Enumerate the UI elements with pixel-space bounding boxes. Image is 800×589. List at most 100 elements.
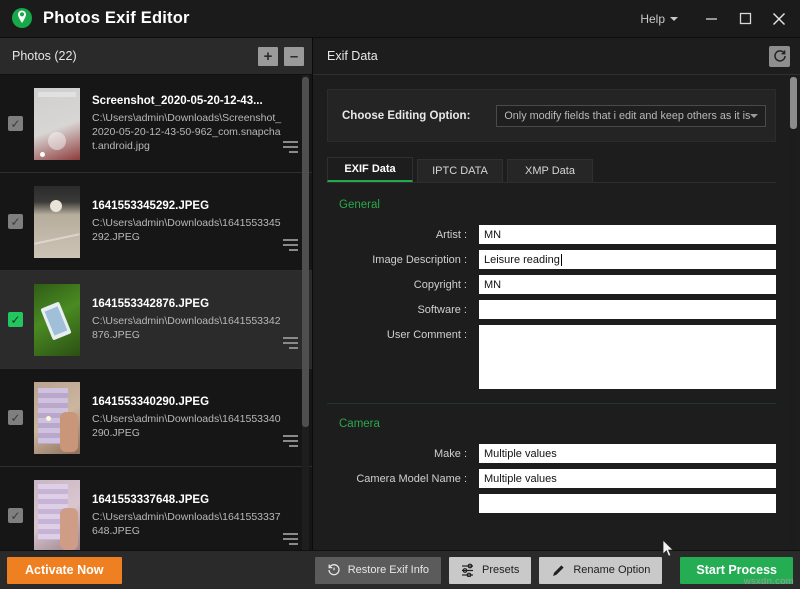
- chevron-down-icon: [750, 113, 759, 118]
- photo-path: C:\Users\admin\Downloads\1641553342876.J…: [92, 314, 281, 341]
- software-label: Software :: [417, 304, 467, 316]
- photo-path: C:\Users\admin\Downloads\Screenshot_2020…: [92, 111, 282, 152]
- bottom-toolbar: Activate Now Restore Exif Info Presets R…: [0, 550, 800, 589]
- field-row-artist: Artist : MN: [327, 225, 776, 244]
- list-item[interactable]: ✓ Screenshot_2020-05-20-12-43... C:\User…: [0, 75, 312, 173]
- add-photos-button[interactable]: +: [258, 46, 278, 66]
- restore-exif-info-label: Restore Exif Info: [347, 564, 430, 576]
- photos-count-label: Photos (22): [12, 49, 77, 63]
- app-window: Photos Exif Editor Help Photos (22) + –: [0, 0, 800, 589]
- help-menu-button[interactable]: Help: [640, 12, 678, 26]
- photo-list[interactable]: ✓ Screenshot_2020-05-20-12-43... C:\User…: [0, 75, 312, 550]
- editing-option-box: Choose Editing Option: Only modify field…: [327, 89, 776, 142]
- user-comment-textarea[interactable]: [479, 325, 776, 389]
- make-label: Make :: [433, 448, 467, 460]
- photo-name: 1641553337648.JPEG: [92, 493, 210, 506]
- chevron-down-icon: [670, 16, 678, 21]
- photo-name: 1641553342876.JPEG: [92, 297, 210, 310]
- field-row-user-comment: User Comment :: [327, 325, 776, 389]
- user-comment-label: User Comment :: [386, 329, 467, 341]
- section-title-camera: Camera: [339, 418, 380, 430]
- image-description-input[interactable]: Leisure reading: [479, 250, 776, 269]
- close-button[interactable]: [762, 0, 796, 38]
- maximize-icon: [739, 12, 751, 25]
- photo-path: C:\Users\admin\Downloads\1641553337648.J…: [92, 510, 281, 537]
- minimize-button[interactable]: [694, 0, 728, 38]
- refresh-icon: [773, 50, 786, 62]
- artist-input[interactable]: MN: [479, 225, 776, 244]
- section-title-general: General: [339, 199, 380, 211]
- photo-name: 1641553340290.JPEG: [92, 395, 210, 408]
- restore-exif-info-button[interactable]: Restore Exif Info: [314, 556, 442, 584]
- exif-scroll-thumb[interactable]: [790, 77, 797, 129]
- image-description-label: Image Description :: [372, 254, 467, 266]
- tab-xmp-data[interactable]: XMP Data: [507, 159, 593, 182]
- exif-panel-header: Exif Data: [313, 38, 800, 75]
- software-input[interactable]: [479, 300, 776, 319]
- exif-panel: Exif Data Choose Editing Option: Only mo…: [313, 38, 800, 550]
- photo-meta: 1641553337648.JPEG C:\Users\admin\Downlo…: [92, 494, 312, 538]
- list-item[interactable]: ✓ 1641553337648.JPEG C:\Users\admin\Down…: [0, 467, 312, 550]
- photos-panel-header: Photos (22) + –: [0, 38, 312, 75]
- drag-handle-icon[interactable]: [283, 141, 298, 156]
- app-title: Photos Exif Editor: [43, 9, 190, 27]
- rename-option-label: Rename Option: [573, 564, 651, 576]
- field-row-next: [327, 494, 776, 513]
- photo-checkbox[interactable]: ✓: [8, 312, 23, 327]
- watermark: wsxdn.com: [743, 576, 794, 587]
- make-input[interactable]: Multiple values: [479, 444, 776, 463]
- drag-handle-icon[interactable]: [283, 337, 298, 352]
- editing-option-value: Only modify fields that i edit and keep …: [504, 109, 751, 122]
- photo-thumbnail: [34, 381, 80, 454]
- drag-handle-icon[interactable]: [283, 239, 298, 254]
- photo-checkbox[interactable]: ✓: [8, 214, 23, 229]
- sliders-icon: [462, 563, 474, 577]
- remove-photos-button[interactable]: –: [284, 46, 304, 66]
- section-divider: [327, 403, 776, 404]
- list-item[interactable]: ✓ 1641553342876.JPEG C:\Users\admin\Down…: [0, 271, 312, 369]
- presets-button[interactable]: Presets: [449, 556, 532, 584]
- photo-checkbox[interactable]: ✓: [8, 508, 23, 523]
- photo-thumbnail: [34, 283, 80, 356]
- tab-exif-data[interactable]: EXIF Data: [327, 157, 413, 182]
- refresh-button[interactable]: [769, 45, 790, 67]
- title-bar: Photos Exif Editor Help: [0, 0, 800, 38]
- camera-model-name-input[interactable]: Multiple values: [479, 469, 776, 488]
- list-item[interactable]: ✓ 1641553340290.JPEG C:\Users\admin\Down…: [0, 369, 312, 467]
- tab-iptc-data[interactable]: IPTC DATA: [417, 159, 503, 182]
- field-row-make: Make : Multiple values: [327, 444, 776, 463]
- photo-list-scroll-thumb[interactable]: [302, 77, 309, 427]
- activate-now-button[interactable]: Activate Now: [7, 556, 122, 584]
- photo-checkbox[interactable]: ✓: [8, 116, 23, 131]
- photos-panel: Photos (22) + – ✓ Screenshot_2020-05-20-…: [0, 38, 313, 550]
- close-icon: [773, 12, 785, 25]
- presets-label: Presets: [482, 564, 520, 576]
- camera-model-name-label: Camera Model Name :: [356, 473, 467, 485]
- photo-checkbox[interactable]: ✓: [8, 410, 23, 425]
- pencil-icon: [553, 564, 564, 576]
- maximize-button[interactable]: [728, 0, 762, 38]
- next-field-label: [327, 494, 479, 498]
- main-body: Photos (22) + – ✓ Screenshot_2020-05-20-…: [0, 38, 800, 550]
- exif-panel-title: Exif Data: [327, 49, 378, 63]
- list-item[interactable]: ✓ 1641553345292.JPEG C:\Users\admin\Down…: [0, 173, 312, 271]
- field-row-image-description: Image Description : Leisure reading: [327, 250, 776, 269]
- editing-option-label: Choose Editing Option:: [342, 109, 471, 122]
- field-row-copyright: Copyright : MN: [327, 275, 776, 294]
- drag-handle-icon[interactable]: [283, 435, 298, 450]
- photo-list-scrollbar[interactable]: [302, 75, 309, 550]
- photo-name: Screenshot_2020-05-20-12-43...: [92, 94, 263, 107]
- exif-scrollbar[interactable]: [790, 75, 797, 550]
- app-logo-icon: [9, 6, 35, 32]
- editing-option-dropdown[interactable]: Only modify fields that i edit and keep …: [496, 104, 767, 127]
- photo-path: C:\Users\admin\Downloads\1641553345292.J…: [92, 216, 281, 243]
- field-row-camera-model-name: Camera Model Name : Multiple values: [327, 469, 776, 488]
- exif-scroll-area[interactable]: Choose Editing Option: Only modify field…: [313, 75, 800, 550]
- next-field-input[interactable]: [479, 494, 776, 513]
- photo-path: C:\Users\admin\Downloads\1641553340290.J…: [92, 412, 281, 439]
- drag-handle-icon[interactable]: [283, 533, 298, 548]
- photo-meta: 1641553340290.JPEG C:\Users\admin\Downlo…: [92, 396, 312, 440]
- copyright-input[interactable]: MN: [479, 275, 776, 294]
- exif-tab-content: General Artist : MN Image Description : …: [327, 182, 776, 513]
- rename-option-button[interactable]: Rename Option: [539, 556, 663, 584]
